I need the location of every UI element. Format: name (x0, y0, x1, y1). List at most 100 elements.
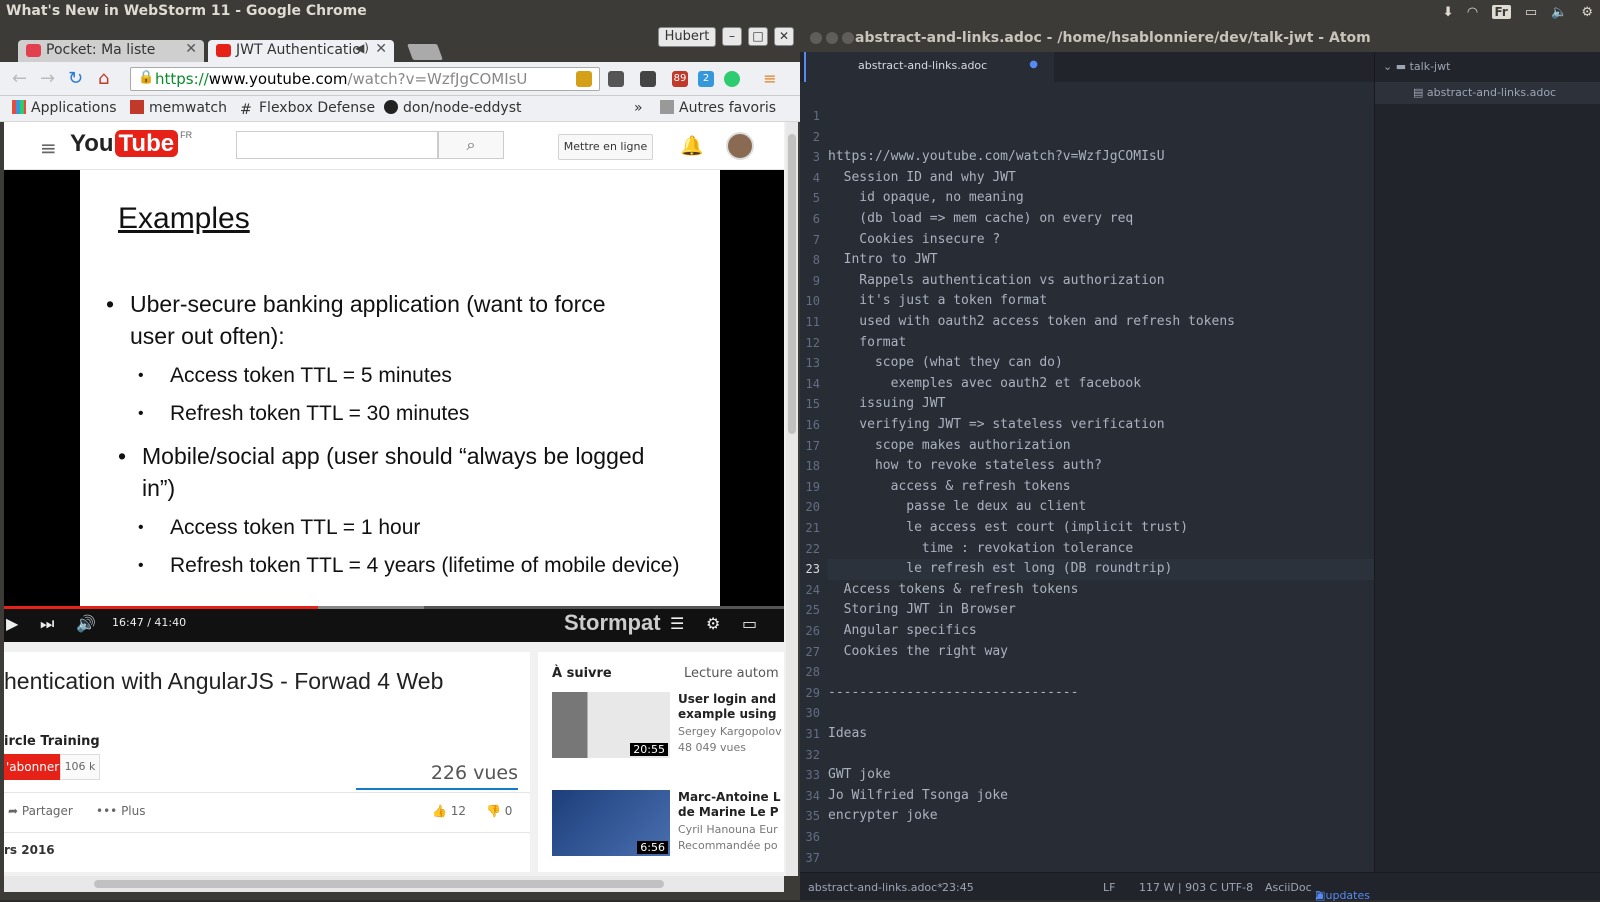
dislike-button[interactable]: 👎 0 (486, 804, 512, 818)
tree-folder[interactable]: ⌄ ▬ talk-jwt (1383, 60, 1450, 73)
keyboard-layout[interactable]: Fr (1491, 5, 1511, 19)
code-line[interactable]: passe le deux au client (828, 497, 1374, 518)
code-line[interactable]: how to revoke stateless auth? (828, 456, 1374, 477)
code-line[interactable]: Cookies insecure ? (828, 230, 1374, 251)
suggestion-thumbnail[interactable]: 20:55 (552, 692, 670, 758)
code-line[interactable]: verifying JWT => stateless verification (828, 415, 1374, 436)
code-line[interactable]: id opaque, no meaning (828, 188, 1374, 209)
code-line[interactable]: le refresh est long (DB roundtrip) (828, 559, 1374, 580)
maximize-dot-icon[interactable] (842, 32, 854, 44)
code-line[interactable]: le access est court (implicit trust) (828, 518, 1374, 539)
avatar[interactable] (726, 132, 754, 160)
channel-name[interactable]: ircle Training (4, 734, 100, 749)
progress-bar[interactable] (4, 606, 784, 609)
notifications-bell-icon[interactable]: 🔔 (680, 134, 704, 157)
pocket-extension-icon[interactable] (640, 71, 656, 87)
close-icon[interactable]: ✕ (185, 41, 197, 57)
code-line[interactable]: issuing JWT (828, 394, 1374, 415)
play-icon[interactable]: ▶ (6, 614, 18, 633)
speaker-icon[interactable]: ◀) (355, 41, 369, 55)
code-line[interactable] (828, 848, 1374, 869)
code-editor[interactable]: https://www.youtube.com/watch?v=WzfJgCOM… (828, 82, 1374, 872)
wifi-icon[interactable]: ◠ (1468, 5, 1478, 20)
code-line[interactable]: -------------------------------- (828, 683, 1374, 704)
code-line[interactable] (828, 827, 1374, 848)
code-line[interactable] (828, 745, 1374, 766)
code-line[interactable]: used with oauth2 access token and refres… (828, 312, 1374, 333)
bookmark-other[interactable]: Autres favoris (660, 100, 776, 116)
code-line[interactable]: GWT joke (828, 765, 1374, 786)
code-line[interactable]: scope makes authorization (828, 436, 1374, 457)
close-dot-icon[interactable] (810, 32, 822, 44)
code-line[interactable]: it's just a token format (828, 291, 1374, 312)
suggestion-title[interactable]: Marc-Antoine L (678, 790, 780, 805)
code-line[interactable]: (db load => mem cache) on every req (828, 209, 1374, 230)
code-line[interactable] (828, 106, 1374, 127)
search-button[interactable]: ⌕ (438, 131, 504, 159)
suggestion-title[interactable]: de Marine Le P (678, 805, 779, 820)
code-line[interactable] (828, 662, 1374, 683)
forward-arrow-icon[interactable]: → (40, 68, 55, 89)
menu-icon[interactable]: ≡ (762, 71, 778, 87)
extension-icon[interactable]: 2 (698, 71, 714, 87)
cast-icon[interactable] (608, 71, 624, 87)
status-cursor[interactable]: 23:45 (942, 881, 974, 894)
volume-icon[interactable]: 🔈 (1551, 5, 1567, 20)
next-icon[interactable]: ⏭ (40, 614, 54, 634)
close-window-button[interactable]: ✕ (774, 27, 794, 46)
theater-mode-icon[interactable]: ▭ (742, 614, 757, 633)
bookmark-applications[interactable]: Applications (12, 100, 117, 116)
download-icon[interactable]: ⬇ (1443, 5, 1454, 20)
new-tab-button[interactable] (407, 44, 443, 60)
reload-icon[interactable]: ↻ (68, 68, 83, 89)
code-line[interactable]: encrypter joke (828, 806, 1374, 827)
suggestion-title[interactable]: User login and (678, 692, 776, 707)
more-button[interactable]: ••• Plus (96, 804, 146, 818)
profile-button[interactable]: Hubert (658, 27, 716, 47)
bookmark-flexbox[interactable]: # Flexbox Defense (240, 100, 375, 118)
maximize-button[interactable]: □ (748, 27, 768, 46)
code-line[interactable]: Ideas (828, 724, 1374, 745)
bookmarks-more[interactable]: » (634, 100, 643, 116)
status-file[interactable]: abstract-and-links.adoc* (808, 881, 943, 894)
code-line[interactable]: scope (what they can do) (828, 353, 1374, 374)
scroll-thumb[interactable] (788, 134, 796, 434)
vertical-scrollbar[interactable] (786, 122, 798, 876)
video-player[interactable]: Examples Uber-secure banking application… (4, 170, 784, 642)
status-eol[interactable]: LF (1103, 881, 1115, 894)
modified-dot-icon[interactable]: ● (1029, 59, 1038, 70)
code-line[interactable]: exemples avec oauth2 et facebook (828, 374, 1374, 395)
hamburger-menu-icon[interactable]: ≡ (40, 136, 57, 160)
code-line[interactable]: Storing JWT in Browser (828, 600, 1374, 621)
ublock-icon[interactable]: 89 (672, 71, 688, 87)
address-bar[interactable]: 🔒 https://www.youtube.com/watch?v=WzfJgC… (130, 67, 600, 91)
captions-icon[interactable]: ☰ (670, 614, 684, 633)
suggestion-title[interactable]: example using (678, 707, 776, 722)
code-line[interactable]: Rappels authentication vs authorization (828, 271, 1374, 292)
settings-icon[interactable]: ⚙ (706, 614, 720, 633)
code-line[interactable]: Angular specifics (828, 621, 1374, 642)
volume-icon[interactable]: 🔊 (76, 614, 96, 633)
code-line[interactable]: Session ID and why JWT (828, 168, 1374, 189)
tab-pocket[interactable]: Pocket: Ma liste ✕ (18, 40, 204, 62)
home-icon[interactable]: ⌂ (98, 68, 109, 89)
minimize-button[interactable]: – (722, 27, 742, 46)
code-line[interactable]: time : revokation tolerance (828, 539, 1374, 560)
code-line[interactable] (828, 703, 1374, 724)
cookie-extension-icon[interactable] (576, 71, 592, 87)
status-encoding[interactable]: UTF-8 (1221, 881, 1253, 894)
code-line[interactable] (828, 127, 1374, 148)
back-arrow-icon[interactable]: ← (12, 68, 27, 89)
battery-icon[interactable]: ▭ (1525, 5, 1537, 20)
code-line[interactable]: Intro to JWT (828, 250, 1374, 271)
share-button[interactable]: ➦ Partager (8, 804, 73, 818)
subscribe-button[interactable]: 'abonner (4, 754, 60, 780)
close-icon[interactable]: ✕ (375, 41, 387, 57)
like-button[interactable]: 👍 12 (432, 804, 466, 818)
tab-youtube[interactable]: JWT Authenticatio ◀) ✕ (208, 40, 394, 62)
bookmark-github[interactable]: don/node-eddyst (384, 100, 522, 116)
bookmark-memwatch[interactable]: memwatch (130, 100, 227, 116)
autoplay-label[interactable]: Lecture autom (684, 666, 779, 681)
code-line[interactable]: access & refresh tokens (828, 477, 1374, 498)
extension-green-icon[interactable] (724, 71, 740, 87)
